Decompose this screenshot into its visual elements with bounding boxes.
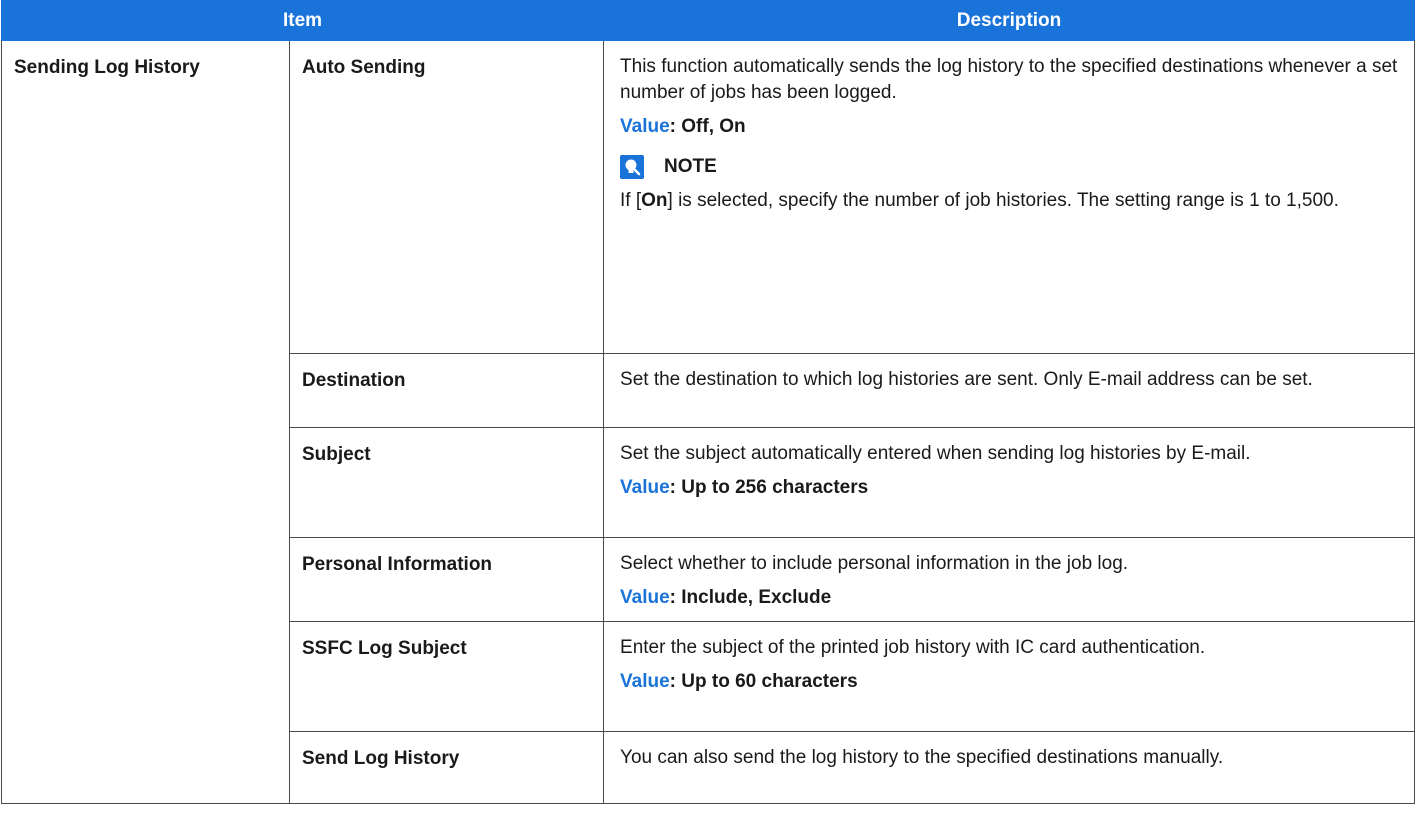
settings-table: Item Description Sending Log History Aut… <box>0 0 1415 804</box>
value-line: Value: Up to 60 characters <box>620 669 1398 695</box>
item-name: Auto Sending <box>288 40 605 354</box>
item-description: Set the destination to which log histori… <box>603 353 1415 428</box>
value-label: Value <box>620 116 670 137</box>
item-name: Destination <box>288 353 605 428</box>
item-name: Subject <box>288 427 605 538</box>
value-line: Value: Up to 256 characters <box>620 475 1398 501</box>
value-label: Value <box>620 477 670 498</box>
header-description: Description <box>603 0 1415 41</box>
note-title: NOTE <box>664 156 717 177</box>
item-description: Enter the subject of the printed job his… <box>603 621 1415 732</box>
note-text-pre: If [ <box>620 190 642 211</box>
note-text-post: ] is selected, specify the number of job… <box>667 190 1339 211</box>
value-label: Value <box>620 587 670 608</box>
header-item: Item <box>0 0 605 41</box>
description-text: Enter the subject of the printed job his… <box>620 637 1206 658</box>
value-label: Value <box>620 671 670 692</box>
description-text: Set the subject automatically entered wh… <box>620 443 1251 464</box>
table-header-row: Item Description <box>0 0 1415 41</box>
value-text: : Up to 256 characters <box>669 477 869 498</box>
item-description: Select whether to include personal infor… <box>603 537 1415 622</box>
description-text: Select whether to include personal infor… <box>620 553 1129 574</box>
description-text: You can also send the log history to the… <box>620 747 1224 768</box>
item-description: You can also send the log history to the… <box>603 731 1415 804</box>
value-text: : Up to 60 characters <box>669 671 858 692</box>
description-text: Set the destination to which log histori… <box>620 369 1313 390</box>
value-text: : Include, Exclude <box>669 587 832 608</box>
group-label: Sending Log History <box>1 40 290 804</box>
item-name: SSFC Log Subject <box>288 621 605 732</box>
note-heading: NOTE <box>620 154 1398 180</box>
note-lightbulb-icon <box>620 155 645 179</box>
value-line: Value: Include, Exclude <box>620 585 1398 611</box>
note-text: If [On] is selected, specify the number … <box>620 188 1398 214</box>
value-line: Value: Off, On <box>620 114 1398 140</box>
item-description: Set the subject automatically entered wh… <box>603 427 1415 538</box>
value-text: : Off, On <box>669 116 746 137</box>
item-description: This function automatically sends the lo… <box>603 40 1415 354</box>
description-text: This function automatically sends the lo… <box>620 56 1398 103</box>
item-name: Send Log History <box>288 731 605 804</box>
note-text-bold: On <box>641 190 668 211</box>
item-name: Personal Information <box>288 537 605 622</box>
table-row: Sending Log History Auto Sending This fu… <box>1 40 1415 804</box>
